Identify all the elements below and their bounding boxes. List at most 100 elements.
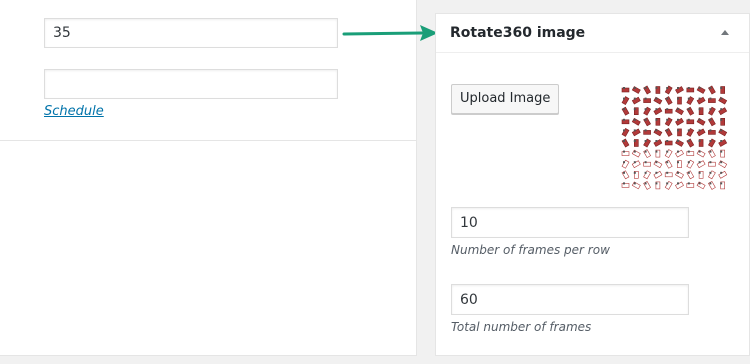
sprite-frame	[621, 118, 630, 125]
sprite-frame	[653, 96, 663, 105]
sprite-frame	[675, 117, 684, 126]
sprite-frame	[653, 170, 663, 179]
sprite-frame	[718, 160, 728, 169]
sprite-frame	[675, 139, 684, 147]
schedule-link[interactable]: Schedule	[44, 104, 104, 119]
sprite-frame	[621, 106, 630, 116]
sprite-frame	[643, 149, 651, 159]
sprite-frame	[621, 138, 630, 148]
sprite-frame	[664, 108, 673, 114]
sprite-frame	[677, 128, 682, 137]
sprite-frame	[698, 139, 704, 147]
sprite-frame	[708, 180, 716, 190]
sprite-frame	[664, 180, 673, 190]
sprite-frame	[664, 159, 673, 169]
sprite-frame	[720, 149, 725, 158]
sprite-frame	[621, 96, 630, 106]
sprite-frame	[686, 170, 695, 180]
total-frames-input[interactable]	[451, 284, 689, 315]
sprite-frame	[720, 117, 725, 126]
sprite-frame	[664, 140, 673, 146]
left-panel: Schedule	[0, 0, 417, 356]
sprite-frame	[675, 86, 684, 94]
sprite-frame	[720, 181, 725, 190]
sprite-frame	[631, 117, 641, 126]
sprite-frame	[686, 150, 695, 156]
sprite-frame	[633, 107, 639, 115]
sprite-frame	[686, 182, 695, 188]
top-number-input[interactable]	[44, 18, 338, 48]
frames-per-row-input[interactable]	[451, 207, 689, 238]
total-frames-description: Total number of frames	[451, 320, 592, 334]
sprite-frame	[708, 106, 716, 116]
sprite-frame	[696, 96, 706, 105]
sprite-frame	[653, 139, 663, 147]
sprite-frame	[643, 161, 651, 167]
sprite-frame	[643, 117, 651, 127]
sprite-frame	[631, 128, 641, 137]
sprite-frame	[708, 161, 716, 167]
sprite-frame	[664, 117, 673, 127]
sprite-frame	[708, 170, 716, 180]
sprite-frame	[696, 86, 706, 94]
sprite-frame	[675, 149, 684, 158]
frames-per-row-description: Number of frames per row	[451, 243, 610, 257]
sprite-frame	[708, 85, 716, 95]
sprite-frame	[708, 149, 716, 159]
meta-box-header: Rotate360 image	[436, 14, 749, 53]
sprite-frame	[675, 170, 684, 179]
sprite-frame	[686, 159, 695, 169]
sprite-frame	[675, 181, 684, 190]
sprite-frame	[653, 128, 663, 137]
sprite-frame	[655, 181, 661, 190]
sprite-frame	[655, 117, 661, 126]
sprite-frame	[686, 127, 695, 137]
sprite-frame	[708, 129, 716, 135]
sprite-frame	[621, 87, 630, 93]
sprite-frame	[621, 127, 630, 137]
sprite-frame	[686, 96, 695, 106]
sprite-frame	[655, 149, 661, 158]
sprite-frame	[643, 129, 651, 135]
sprite-frame	[631, 181, 641, 190]
sprite-frame	[677, 96, 682, 105]
sprite-frame	[621, 170, 630, 180]
sprite-sheet-preview	[621, 85, 728, 190]
sprite-frame	[696, 128, 706, 137]
sprite-frame	[631, 96, 641, 105]
sprite-frame	[696, 149, 706, 158]
sprite-frame	[643, 170, 651, 180]
sprite-frame	[653, 107, 663, 116]
sprite-frame	[708, 97, 716, 103]
sprite-frame	[643, 106, 651, 116]
sprite-frame	[718, 139, 728, 147]
upload-image-button[interactable]: Upload Image	[451, 84, 560, 114]
sprite-frame	[720, 86, 725, 94]
sprite-frame	[718, 128, 728, 137]
sprite-frame	[655, 86, 661, 94]
sprite-frame	[633, 171, 639, 179]
sprite-frame	[677, 160, 682, 168]
sprite-frame	[631, 160, 641, 169]
sprite-frame	[621, 159, 630, 169]
sprite-frame	[643, 138, 651, 148]
sprite-frame	[696, 181, 706, 190]
sprite-frame	[675, 107, 684, 116]
sprite-frame	[664, 171, 673, 178]
sprite-frame	[643, 85, 651, 95]
sprite-frame	[686, 87, 695, 93]
collapse-toggle-icon[interactable]	[721, 30, 729, 35]
sprite-frame	[621, 150, 630, 156]
empty-text-input[interactable]	[44, 69, 338, 99]
sprite-frame	[633, 139, 639, 147]
sprite-frame	[708, 117, 716, 127]
sprite-frame	[708, 138, 716, 148]
divider	[0, 140, 416, 141]
sprite-frame	[643, 180, 651, 190]
sprite-frame	[664, 149, 673, 159]
sprite-frame	[664, 96, 673, 106]
sprite-frame	[698, 107, 704, 116]
sprite-frame	[643, 97, 651, 103]
sprite-frame	[631, 149, 641, 158]
sprite-frame	[698, 171, 704, 179]
